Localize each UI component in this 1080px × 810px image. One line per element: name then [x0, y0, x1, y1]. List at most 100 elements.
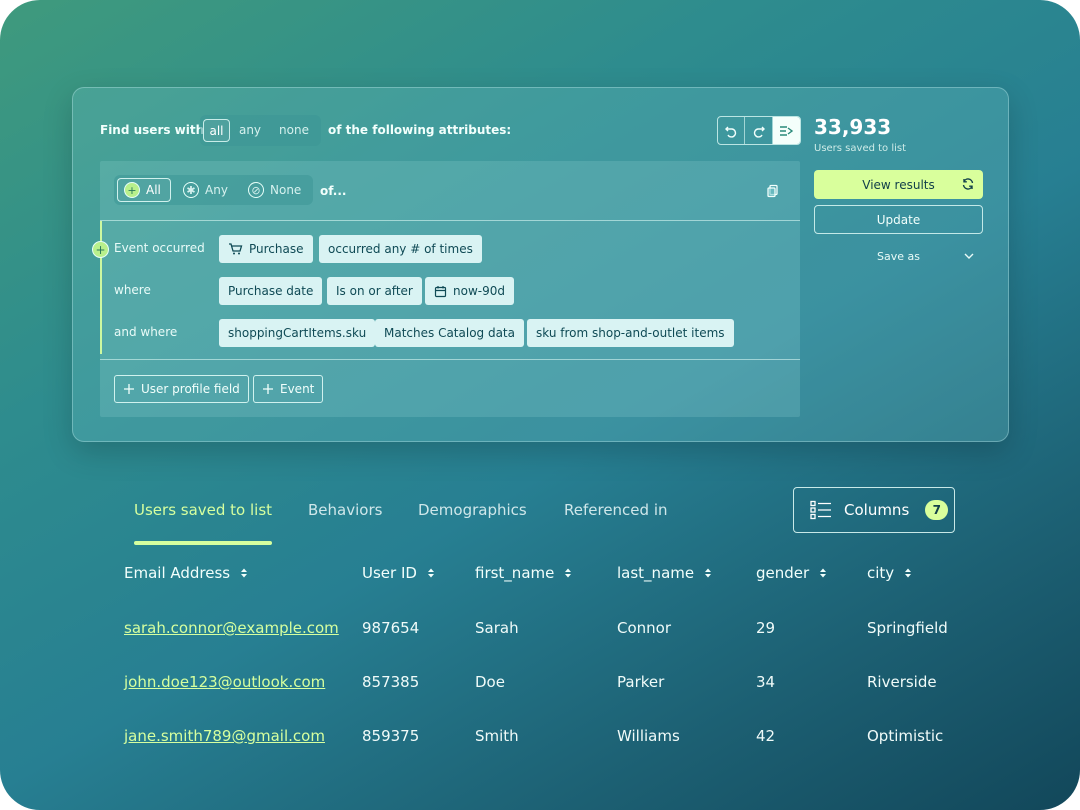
mode-none-option[interactable]: none [272, 119, 316, 142]
sku-field-chip[interactable]: shoppingCartItems.sku [219, 319, 376, 347]
city-cell: Springfield [867, 619, 948, 637]
event-chip-label: Purchase [249, 242, 304, 256]
last-name-cell: Connor [617, 619, 672, 637]
rule-group-panel: + All ✱ Any ⊘ None of... + Event occurre… [92, 161, 800, 417]
columns-list-icon [810, 500, 831, 520]
calendar-icon [434, 285, 447, 297]
column-header-city-label: city [867, 564, 895, 582]
column-header-user-id-label: User ID [362, 564, 417, 582]
column-header-email[interactable]: Email Address [124, 564, 248, 582]
columns-button[interactable]: Columns 7 [793, 487, 955, 533]
history-controls [717, 116, 801, 145]
user-count-label: Users saved to list [814, 143, 907, 154]
sort-icon [565, 568, 572, 578]
tab-behaviors[interactable]: Behaviors [308, 501, 382, 519]
tab-demographics[interactable]: Demographics [418, 501, 527, 519]
sort-icon [427, 568, 434, 578]
frequency-chip[interactable]: occurred any # of times [319, 235, 482, 263]
app-frame: Find users with all any none of the foll… [0, 0, 1080, 810]
date-value-chip[interactable]: now-90d [425, 277, 514, 305]
first-name-cell: Doe [475, 673, 505, 691]
field-chip[interactable]: Purchase date [219, 277, 323, 305]
sku-field-label: shoppingCartItems.sku [228, 326, 367, 340]
column-header-email-label: Email Address [124, 564, 231, 582]
group-none-option[interactable]: ⊘ None [242, 178, 310, 202]
catalog-value-chip[interactable]: sku from shop-and-outlet items [527, 319, 734, 347]
query-builder-card: Find users with all any none of the foll… [72, 87, 1009, 442]
gender-cell: 42 [756, 727, 776, 745]
rule-group-divider [100, 359, 800, 360]
plus-icon [263, 384, 273, 394]
undo-button[interactable] [718, 117, 746, 144]
rule-group-header: + All ✱ Any ⊘ None of... [100, 161, 800, 221]
column-header-gender[interactable]: gender [756, 564, 827, 582]
frequency-chip-label: occurred any # of times [328, 242, 473, 256]
tab-referenced-in[interactable]: Referenced in [564, 501, 668, 519]
user-id-cell: 859375 [362, 727, 420, 745]
group-any-option[interactable]: ✱ Any [177, 178, 237, 202]
group-all-label: All [146, 183, 161, 197]
mode-all-option[interactable]: all [203, 119, 230, 142]
row-label-event-occurred: Event occurred [114, 241, 205, 255]
column-header-city[interactable]: city [867, 564, 912, 582]
catalog-value-label: sku from shop-and-outlet items [536, 326, 725, 340]
undo-icon [725, 126, 737, 138]
cart-icon [229, 243, 243, 255]
columns-label: Columns [844, 501, 910, 519]
add-event-label: Event [280, 382, 315, 396]
plus-icon [124, 384, 134, 394]
ban-circle-icon: ⊘ [248, 182, 264, 198]
group-none-label: None [270, 183, 302, 197]
update-button[interactable]: Update [814, 205, 983, 234]
save-as-label: Save as [877, 249, 920, 263]
plus-circle-icon: + [124, 182, 140, 198]
add-condition-icon[interactable]: + [92, 241, 109, 258]
user-id-cell: 987654 [362, 619, 420, 637]
add-event-button[interactable]: Event [253, 375, 324, 403]
refresh-icon [962, 178, 974, 190]
add-user-profile-field-button[interactable]: User profile field [114, 375, 249, 403]
field-chip-label: Purchase date [228, 284, 314, 298]
catalog-operator-label: Matches Catalog data [384, 326, 515, 340]
sort-icon [705, 568, 712, 578]
group-any-label: Any [205, 183, 228, 197]
column-header-user-id[interactable]: User ID [362, 564, 435, 582]
match-mode-toggle: all any none [200, 115, 321, 146]
column-header-first-name[interactable]: first_name [475, 564, 572, 582]
redo-button[interactable] [745, 117, 773, 144]
gender-cell: 29 [756, 619, 776, 637]
row-label-and-where: and where [114, 325, 178, 339]
of-label: of... [320, 184, 347, 198]
event-chip[interactable]: Purchase [219, 235, 313, 263]
column-header-last-name[interactable]: last_name [617, 564, 712, 582]
city-cell: Optimistic [867, 727, 944, 745]
city-cell: Riverside [867, 673, 937, 691]
mode-any-option[interactable]: any [233, 119, 267, 142]
save-as-dropdown[interactable]: Save as [814, 246, 983, 266]
column-header-gender-label: gender [756, 564, 810, 582]
asterisk-circle-icon: ✱ [183, 182, 199, 198]
user-id-cell: 857385 [362, 673, 420, 691]
copy-icon[interactable] [766, 184, 780, 198]
chevron-down-icon [964, 253, 974, 259]
operator-chip-label: Is on or after [336, 284, 413, 298]
sort-icon [820, 568, 827, 578]
find-users-label: Find users with [100, 123, 205, 137]
email-link[interactable]: john.doe123@outlook.com [124, 673, 325, 691]
apply-button[interactable] [772, 117, 800, 144]
catalog-operator-chip[interactable]: Matches Catalog data [375, 319, 524, 347]
view-results-button[interactable]: View results [814, 170, 983, 199]
gender-cell: 34 [756, 673, 776, 691]
first-name-cell: Sarah [475, 619, 519, 637]
tab-users-saved-to-list[interactable]: Users saved to list [134, 501, 272, 519]
user-count: 33,933 [814, 115, 892, 139]
email-link[interactable]: sarah.connor@example.com [124, 619, 339, 637]
redo-icon [753, 126, 765, 138]
active-tab-indicator [134, 541, 272, 545]
operator-chip[interactable]: Is on or after [327, 277, 422, 305]
column-header-first-name-label: first_name [475, 564, 555, 582]
group-all-option[interactable]: + All [117, 178, 171, 202]
date-value-label: now-90d [453, 284, 505, 298]
sort-icon [905, 568, 912, 578]
email-link[interactable]: jane.smith789@gmail.com [124, 727, 325, 745]
